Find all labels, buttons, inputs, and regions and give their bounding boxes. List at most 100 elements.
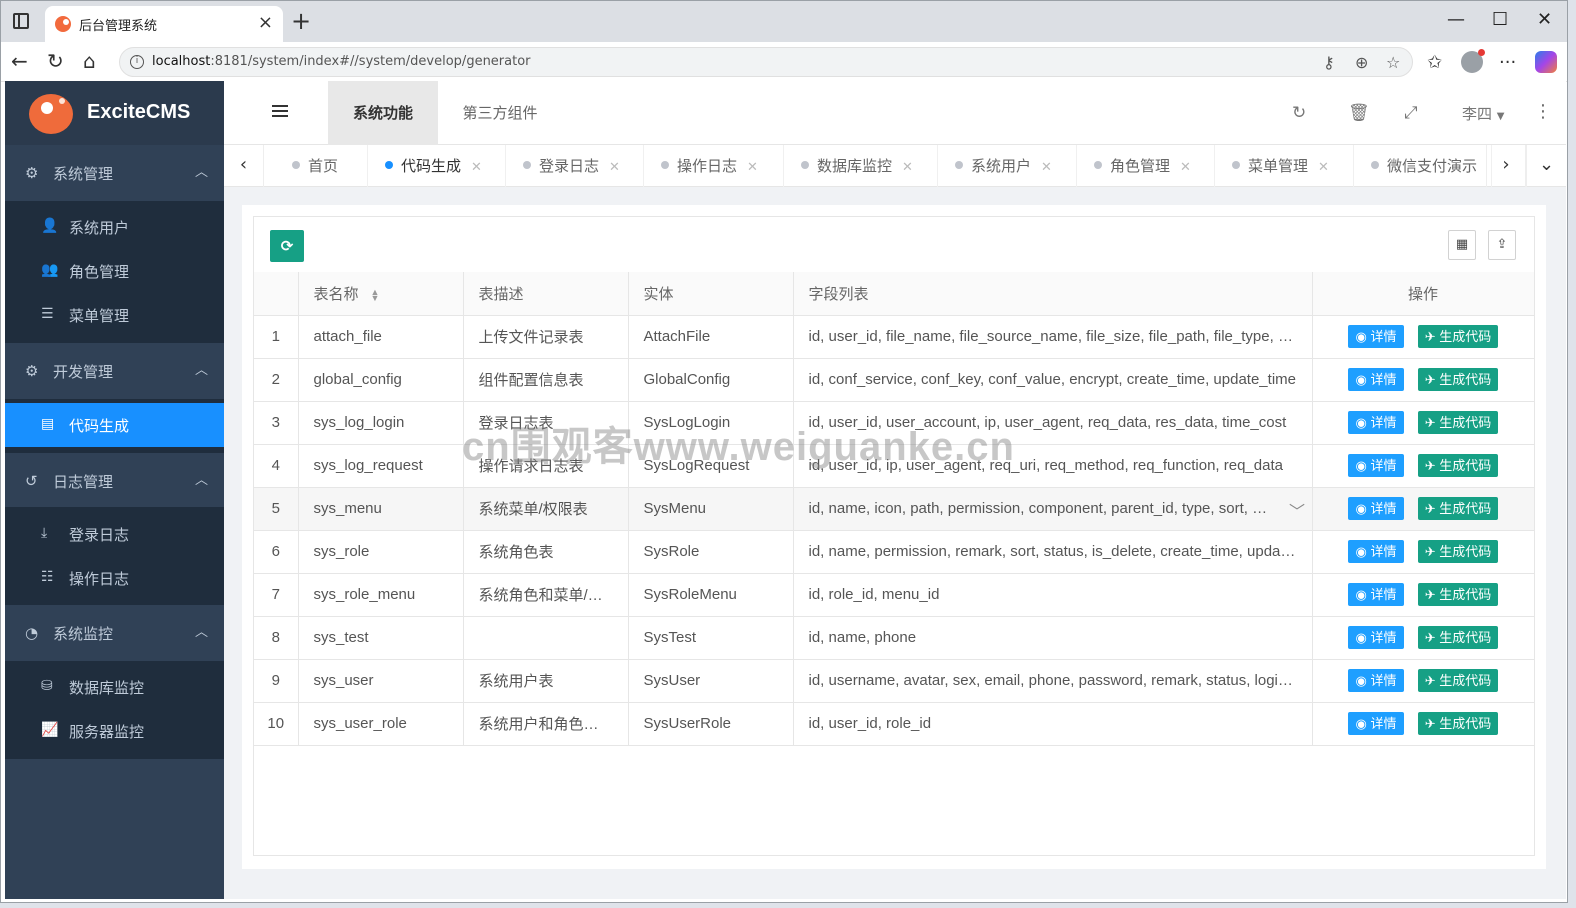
fullscreen-icon[interactable]: ⤢ bbox=[1404, 103, 1418, 123]
close-icon[interactable]: ✕ bbox=[609, 160, 620, 175]
detail-button[interactable]: ◉ 详情 bbox=[1348, 497, 1404, 520]
trash-icon[interactable]: 🗑 bbox=[1348, 103, 1370, 123]
menu-group-develop[interactable]: ⚙ 开发管理 ︿ bbox=[5, 343, 224, 399]
generate-code-button[interactable]: ✈ 生成代码 bbox=[1418, 325, 1498, 348]
site-info-icon[interactable]: i bbox=[130, 55, 144, 69]
favorite-star-icon[interactable]: ☆ bbox=[1386, 53, 1400, 72]
detail-button[interactable]: ◉ 详情 bbox=[1348, 540, 1404, 563]
close-icon[interactable]: ✕ bbox=[1041, 160, 1052, 175]
detail-button[interactable]: ◉ 详情 bbox=[1348, 325, 1404, 348]
copilot-icon[interactable] bbox=[1535, 51, 1557, 73]
chevron-down-icon[interactable]: ⌄ bbox=[1526, 145, 1566, 187]
close-icon[interactable]: ✕ bbox=[902, 160, 913, 175]
page-tag-system-users[interactable]: 系统用户 ✕ bbox=[938, 145, 1077, 187]
url-field[interactable]: i localhost:8181/system/index#//system/d… bbox=[119, 47, 1413, 77]
generate-button-label: 生成代码 bbox=[1439, 329, 1492, 344]
table-row[interactable]: 9 sys_user 系统用户表 SysUser id, username, avata… bbox=[254, 659, 1535, 703]
favorites-icon[interactable]: ✩ bbox=[1427, 52, 1442, 73]
key-icon[interactable]: ⚷ bbox=[1323, 53, 1335, 72]
detail-button[interactable]: ◉ 详情 bbox=[1348, 454, 1404, 477]
cell-table-desc: 组件配置信息表 bbox=[463, 358, 629, 402]
close-icon[interactable]: ✕ bbox=[471, 160, 482, 175]
detail-button[interactable]: ◉ 详情 bbox=[1348, 583, 1404, 606]
export-button[interactable]: ⇪ bbox=[1488, 230, 1516, 260]
window-close-icon[interactable]: ✕ bbox=[1537, 9, 1552, 30]
generate-code-button[interactable]: ✈ 生成代码 bbox=[1418, 712, 1498, 735]
refresh-icon[interactable]: ↻ bbox=[1292, 103, 1306, 123]
new-tab-icon[interactable]: + bbox=[291, 7, 311, 35]
page-tag-label: 数据库监控 bbox=[817, 157, 893, 175]
generate-code-button[interactable]: ✈ 生成代码 bbox=[1418, 454, 1498, 477]
page-tag-wechat-pay[interactable]: 微信支付演示 bbox=[1354, 145, 1492, 187]
table-refresh-button[interactable]: ⟳ bbox=[270, 230, 304, 262]
header-table-name[interactable]: 表名称 ▲ ▼ bbox=[298, 272, 464, 316]
page-tag-login-log[interactable]: 登录日志 ✕ bbox=[506, 145, 644, 187]
minimize-icon[interactable]: — bbox=[1447, 9, 1465, 30]
table-row[interactable]: 6 sys_role 系统角色表 SysRole id, name, permissio… bbox=[254, 530, 1535, 574]
menu-group-monitor[interactable]: ◔ 系统监控 ︿ bbox=[5, 605, 224, 661]
page-tag-roles[interactable]: 角色管理 ✕ bbox=[1077, 145, 1215, 187]
home-icon[interactable]: ⌂ bbox=[83, 49, 96, 73]
table-row[interactable]: 1 attach_file 上传文件记录表 AttachFile id, user_id… bbox=[254, 315, 1535, 359]
menu-group-logs[interactable]: ↺ 日志管理 ︿ bbox=[5, 453, 224, 509]
detail-button[interactable]: ◉ 详情 bbox=[1348, 712, 1404, 735]
maximize-icon[interactable]: ☐ bbox=[1492, 9, 1508, 30]
page-tag-menus[interactable]: 菜单管理 ✕ bbox=[1215, 145, 1354, 187]
logo: ExciteCMS bbox=[5, 81, 224, 145]
close-icon[interactable]: ✕ bbox=[747, 160, 758, 175]
sort-icon[interactable]: ▲ ▼ bbox=[371, 287, 380, 302]
content-card: ⟳ ▦ ⇪ 表名称 ▲ ▼ 表描述 实体 字段列表 操作 1 attach_fi… bbox=[242, 205, 1546, 869]
row-index: 4 bbox=[254, 444, 299, 488]
generate-code-button[interactable]: ✈ 生成代码 bbox=[1418, 540, 1498, 563]
detail-button[interactable]: ◉ 详情 bbox=[1348, 368, 1404, 391]
window-menu-icon[interactable] bbox=[13, 13, 29, 29]
cell-actions: ◉ 详情 ✈ 生成代码 bbox=[1312, 530, 1535, 574]
generate-code-button[interactable]: ✈ 生成代码 bbox=[1418, 411, 1498, 434]
generate-code-button[interactable]: ✈ 生成代码 bbox=[1418, 669, 1498, 692]
columns-filter-button[interactable]: ▦ bbox=[1448, 230, 1476, 260]
sidebar-item-login-log[interactable]: ⤓ 登录日志 bbox=[5, 512, 224, 556]
page-tag-home[interactable]: 首页 bbox=[264, 145, 368, 187]
tab-third-party[interactable]: 第三方组件 bbox=[438, 81, 562, 145]
generate-code-button[interactable]: ✈ 生成代码 bbox=[1418, 368, 1498, 391]
profile-avatar-icon[interactable] bbox=[1461, 49, 1485, 73]
sidebar-item-server-monitor[interactable]: 📈 服务器监控 bbox=[5, 709, 224, 753]
generate-code-button[interactable]: ✈ 生成代码 bbox=[1418, 583, 1498, 606]
chevron-up-icon: ︿ bbox=[194, 625, 208, 640]
sidebar-item-db-monitor[interactable]: ⛁ 数据库监控 bbox=[5, 665, 224, 709]
generate-code-button[interactable]: ✈ 生成代码 bbox=[1418, 497, 1498, 520]
close-icon[interactable]: ✕ bbox=[1318, 160, 1329, 175]
menu-group-system[interactable]: ⚙ 系统管理 ︿ bbox=[5, 145, 224, 201]
close-tab-icon[interactable]: × bbox=[258, 12, 273, 33]
table-row[interactable]: 2 global_config 组件配置信息表 GlobalConfig id, con… bbox=[254, 358, 1535, 402]
back-icon[interactable]: ← bbox=[11, 49, 28, 73]
expand-cell-chevron-icon[interactable]: ﹀ bbox=[1289, 498, 1305, 522]
user-menu[interactable]: 李四 ▼ bbox=[1462, 103, 1505, 124]
reload-icon[interactable]: ↻ bbox=[47, 49, 64, 73]
sidebar-item-menus[interactable]: ☰ 菜单管理 bbox=[5, 293, 224, 337]
page-tag-code-generator[interactable]: 代码生成 ✕ bbox=[368, 145, 506, 187]
table-row[interactable]: 8 sys_test SysTest id, name, phone ◉ 详情 ✈ 生成代… bbox=[254, 616, 1535, 660]
sidebar-item-operation-log[interactable]: ☷ 操作日志 bbox=[5, 556, 224, 600]
sidebar-toggle-icon[interactable] bbox=[272, 105, 288, 119]
detail-button[interactable]: ◉ 详情 bbox=[1348, 669, 1404, 692]
sidebar-item-code-generator[interactable]: ▤ 代码生成 bbox=[5, 403, 224, 447]
page-tag-operation-log[interactable]: 操作日志 ✕ bbox=[644, 145, 784, 187]
chevron-right-icon[interactable]: › bbox=[1486, 145, 1526, 187]
detail-button[interactable]: ◉ 详情 bbox=[1348, 411, 1404, 434]
table-row[interactable]: 10 sys_user_role 系统用户和角色关联表 SysUserRole id, … bbox=[254, 702, 1535, 746]
table-row[interactable]: 7sys_role_menu系统角色和菜单/权限关联表SysRoleMenuid… bbox=[254, 573, 1535, 617]
page-tag-db-monitor[interactable]: 数据库监控 ✕ bbox=[784, 145, 938, 187]
sidebar-item-roles[interactable]: 👥 角色管理 bbox=[5, 249, 224, 293]
zoom-icon[interactable]: ⊕ bbox=[1355, 53, 1368, 72]
browser-tab[interactable]: 后台管理系统 × bbox=[45, 6, 283, 42]
more-vertical-icon[interactable]: ⋮ bbox=[1534, 101, 1552, 122]
chevron-left-icon[interactable]: ‹ bbox=[224, 145, 264, 187]
close-icon[interactable]: ✕ bbox=[1180, 160, 1191, 175]
detail-button[interactable]: ◉ 详情 bbox=[1348, 626, 1404, 649]
table-row[interactable]: 5 sys_menu 系统菜单/权限表 SysMenu id, name, icon, … bbox=[254, 487, 1535, 531]
sidebar-item-system-users[interactable]: 👤 系统用户 bbox=[5, 205, 224, 249]
settings-more-icon[interactable]: ··· bbox=[1499, 52, 1516, 73]
generate-code-button[interactable]: ✈ 生成代码 bbox=[1418, 626, 1498, 649]
tab-system-functions[interactable]: 系统功能 bbox=[328, 81, 438, 145]
